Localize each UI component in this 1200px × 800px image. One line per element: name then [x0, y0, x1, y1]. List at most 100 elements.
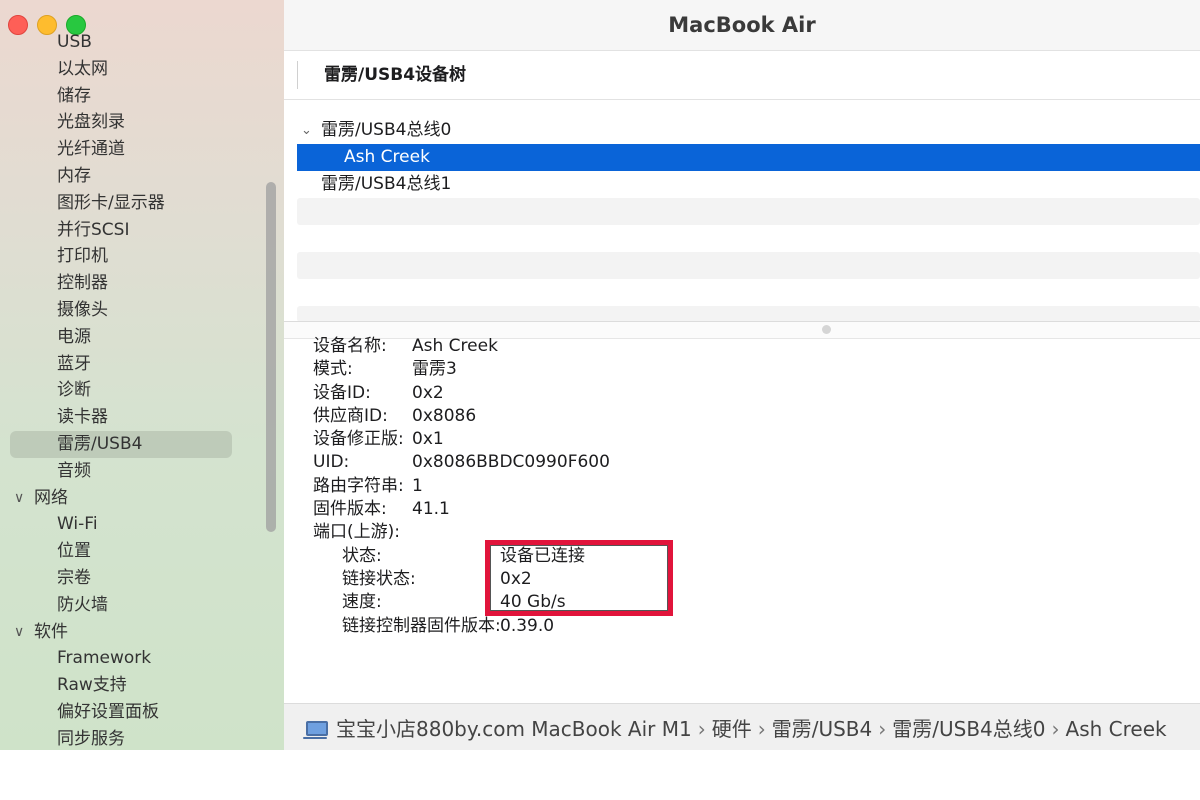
detail-key: 路由字符串: — [313, 475, 404, 496]
sidebar-item[interactable]: Wi-Fi — [0, 511, 270, 538]
tree-row-label: 雷雳/USB4总线1 — [321, 174, 452, 194]
sidebar-item[interactable]: 以太网 — [0, 56, 270, 83]
tree-row-bus1[interactable]: 雷雳/USB4总线1 — [297, 171, 1200, 198]
sidebar-item[interactable]: 蓝牙 — [0, 351, 270, 378]
sidebar-item[interactable]: 偏好设置面板 — [0, 699, 270, 726]
detail-key: 设备名称: — [313, 336, 387, 356]
tree-row-empty — [297, 198, 1200, 225]
chevron-down-icon[interactable]: ⌄ — [301, 117, 312, 144]
tree-row-ash-creek[interactable]: Ash Creek — [297, 144, 1200, 171]
sidebar-item[interactable]: 同步服务 — [0, 726, 270, 750]
sidebar-item[interactable]: 打印机 — [0, 243, 270, 270]
sidebar-item-label: 摄像头 — [57, 299, 108, 320]
detail-key: 设备修正版: — [313, 429, 404, 450]
path-bar: 宝宝小店880by.com MacBook Air M1 › 硬件 › 雷雳/USB4 ›… — [284, 703, 1200, 750]
tree-header-label: 雷雳/USB4设备树 — [324, 65, 467, 85]
detail-value: Ash Creek — [412, 336, 498, 356]
sidebar-item-label: 内存 — [57, 165, 91, 186]
detail-value: 雷雳3 — [412, 359, 457, 380]
tree-row-bus0[interactable]: ⌄ 雷雳/USB4总线0 — [297, 117, 1200, 144]
sidebar-item[interactable]: 诊断 — [0, 377, 270, 404]
column-divider — [297, 61, 298, 89]
tree-header[interactable]: 雷雳/USB4设备树 — [284, 51, 1200, 100]
tree-row-label: Ash Creek — [344, 147, 430, 167]
sidebar-item-label: 软件 — [34, 621, 68, 642]
window-title: MacBook Air — [284, 0, 1200, 51]
detail-value: 0x2 — [500, 568, 532, 589]
chevron-down-icon[interactable]: ∨ — [14, 619, 24, 646]
chevron-right-icon: › — [697, 717, 706, 741]
system-information-window: USB 以太网储存光盘刻录光纤通道内存图形卡/显示器 并行SCSI 打印机控制器摄像头… — [0, 0, 1200, 750]
chevron-down-icon[interactable]: ∨ — [14, 485, 24, 512]
sidebar-item[interactable]: 音频 — [0, 458, 270, 485]
sidebar-item-label: 图形卡/显示器 — [57, 192, 165, 213]
detail-key: 链接状态: — [342, 568, 416, 589]
sidebar-item[interactable]: 光纤通道 — [0, 136, 270, 163]
sidebar-item-label: 光纤通道 — [57, 139, 125, 160]
detail-key: 供应商ID: — [313, 405, 388, 426]
sidebar-item-label: 宗卷 — [57, 567, 91, 588]
sidebar-item-label: 偏好设置面板 — [57, 701, 159, 722]
sidebar-item[interactable]: 防火墙 — [0, 592, 270, 619]
sidebar-item-label: 并行SCSI — [57, 219, 130, 240]
detail-key: 速度: — [342, 592, 382, 613]
sidebar-item[interactable]: 位置 — [0, 538, 270, 565]
sidebar-item-label: 音频 — [57, 460, 91, 481]
sidebar-item-label: 光盘刻录 — [57, 112, 125, 133]
chevron-right-icon: › — [757, 717, 766, 741]
chevron-right-icon: › — [1051, 717, 1060, 741]
sidebar-item-label: 电源 — [57, 326, 91, 347]
sidebar-item[interactable]: 控制器 — [0, 270, 270, 297]
sidebar-section[interactable]: ∨ 网络 — [0, 485, 270, 512]
sidebar-item-label: 雷雳/USB4 — [57, 433, 143, 454]
detail-key: 固件版本: — [313, 499, 387, 520]
sidebar-item-label: 控制器 — [57, 273, 108, 294]
laptop-icon — [303, 721, 328, 739]
sidebar-scrollbar[interactable] — [266, 182, 276, 532]
detail-value: 41.1 — [412, 499, 450, 520]
sidebar-item[interactable]: 电源 — [0, 324, 270, 351]
detail-key: 模式: — [313, 359, 353, 380]
detail-value: 设备已连接 — [500, 545, 585, 566]
sidebar-item[interactable]: 光盘刻录 — [0, 109, 270, 136]
sidebar: USB 以太网储存光盘刻录光纤通道内存图形卡/显示器 并行SCSI 打印机控制器摄像头… — [0, 0, 285, 750]
device-tree: ⌄ 雷雳/USB4总线0 Ash Creek 雷雳/USB4总线1 — [297, 117, 1200, 322]
sidebar-item-label: 储存 — [57, 85, 91, 106]
detail-key: 链接控制器固件版本: — [342, 615, 501, 636]
sidebar-item[interactable]: 宗卷 — [0, 565, 270, 592]
sidebar-item[interactable]: 图形卡/显示器 — [0, 190, 270, 217]
breadcrumb-item[interactable]: 硬件 — [712, 717, 752, 741]
sidebar-item[interactable]: Framework — [0, 645, 270, 672]
breadcrumb-item[interactable]: Ash Creek — [1066, 717, 1167, 741]
sidebar-item[interactable]: 并行SCSI — [0, 217, 270, 244]
sidebar-item-label: Raw支持 — [57, 675, 127, 696]
sidebar-item[interactable]: 读卡器 — [0, 404, 270, 431]
breadcrumb-item[interactable]: 宝宝小店880by.com MacBook Air M1 — [336, 717, 692, 741]
sidebar-item-selected[interactable]: 雷雳/USB4 — [10, 430, 232, 458]
detail-value: 0.39.0 — [500, 615, 555, 636]
sidebar-item[interactable]: 摄像头 — [0, 297, 270, 324]
sidebar-item[interactable]: Raw支持 — [0, 672, 270, 699]
splitter-handle-icon[interactable] — [822, 325, 831, 334]
sidebar-item-label: Framework — [57, 648, 152, 669]
sidebar-item-label: 蓝牙 — [57, 353, 91, 374]
sidebar-item-label: 打印机 — [57, 246, 108, 267]
detail-value: 40 Gb/s — [500, 592, 566, 613]
tree-row-empty — [297, 306, 1200, 322]
sidebar-item-label: 以太网 — [57, 58, 108, 79]
sidebar-item[interactable]: 储存 — [0, 83, 270, 110]
sidebar-item[interactable]: 内存 — [0, 163, 270, 190]
detail-key: 端口(上游): — [313, 522, 400, 543]
breadcrumb-item[interactable]: 雷雳/USB4 — [772, 717, 873, 741]
sidebar-section[interactable]: ∨ 软件 — [0, 619, 270, 646]
detail-value: 0x1 — [412, 429, 444, 450]
detail-value: 0x8086 — [412, 405, 477, 426]
detail-key: 设备ID: — [313, 382, 371, 403]
breadcrumb-item[interactable]: 雷雳/USB4总线0 — [892, 717, 1045, 741]
sidebar-item-label: Wi-Fi — [57, 514, 98, 535]
sidebar-item-label: 同步服务 — [57, 728, 125, 749]
sidebar-item[interactable]: USB — [0, 29, 270, 56]
sidebar-item-label: 防火墙 — [57, 594, 108, 615]
detail-value: 0x2 — [412, 382, 444, 403]
sidebar-item-label: 网络 — [34, 487, 68, 508]
